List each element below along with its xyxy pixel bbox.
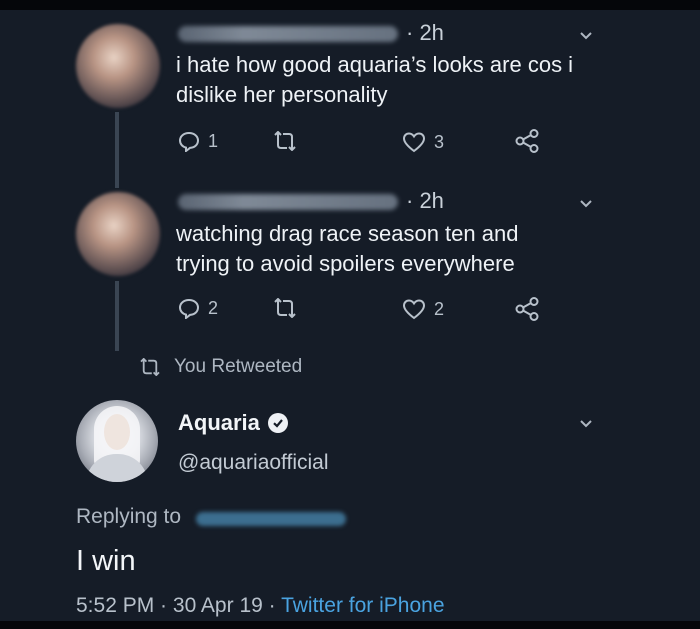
reply-icon: [178, 298, 200, 319]
separator: ·: [262, 594, 282, 617]
reply-count: 1: [208, 130, 219, 151]
retweet-button[interactable]: [272, 131, 306, 151]
share-button[interactable]: [514, 128, 540, 154]
heart-icon: [402, 299, 426, 320]
like-count: 3: [434, 131, 445, 152]
tweet-text-line: i hate how good aquaria’s looks are cos …: [176, 52, 574, 77]
replying-to: Replying to: [76, 505, 181, 529]
chevron-down-icon[interactable]: [580, 30, 592, 42]
reply-button[interactable]: 1: [178, 130, 218, 152]
redacted-username: [178, 194, 398, 210]
tweet-footer: 5:52 PM · 30 Apr 19 · Twitter for iPhone: [76, 594, 445, 618]
reply-button[interactable]: 2: [178, 297, 218, 319]
heart-icon: [402, 132, 426, 153]
display-name[interactable]: Aquaria: [178, 410, 288, 436]
thread-connector: [115, 281, 119, 351]
retweet-icon: [274, 131, 296, 151]
thread-connector: [115, 112, 119, 188]
tweet-text-line: trying to avoid spoilers everywhere: [176, 251, 515, 276]
redacted-username: [178, 26, 398, 42]
share-icon: [515, 297, 539, 321]
share-icon: [515, 129, 539, 153]
avatar[interactable]: [76, 192, 160, 276]
avatar[interactable]: [76, 24, 160, 108]
tweet-date: 30 Apr 19: [172, 594, 263, 617]
retweet-icon: [140, 358, 160, 376]
tweet-text-line: watching drag race season ten and: [176, 221, 519, 246]
tweet-time: 5:52 PM: [76, 594, 155, 617]
tweet-text-line: dislike her personality: [176, 82, 388, 107]
retweet-button[interactable]: [272, 298, 306, 318]
chevron-down-icon[interactable]: [580, 198, 592, 210]
chevron-down-icon[interactable]: [580, 418, 592, 430]
separator: ·: [154, 594, 173, 617]
like-count: 2: [434, 298, 445, 319]
tweet-text: I win: [76, 545, 136, 577]
avatar[interactable]: [76, 400, 158, 482]
tweet-source-link[interactable]: Twitter for iPhone: [281, 594, 444, 617]
reply-count: 2: [208, 297, 219, 318]
replying-to-label: Replying to: [76, 505, 182, 528]
redacted-mention: [196, 512, 346, 526]
tweet-text: i hate how good aquaria’s looks are cos …: [176, 50, 573, 110]
retweet-notice-label: You Retweeted: [174, 356, 303, 377]
tweet-time: · 2h: [406, 188, 444, 213]
timeline-screen: · 2h i hate how good aquaria’s looks are…: [0, 0, 700, 629]
like-button[interactable]: 3: [402, 131, 444, 153]
reply-icon: [178, 131, 200, 152]
like-button[interactable]: 2: [402, 298, 444, 320]
display-name-label: Aquaria: [178, 410, 260, 435]
user-handle[interactable]: @aquariaofficial: [178, 451, 329, 475]
tweet-text: watching drag race season ten and trying…: [176, 219, 518, 279]
verified-check-icon: [267, 413, 288, 433]
tweet-time: · 2h: [406, 20, 444, 45]
retweet-icon: [274, 298, 296, 318]
retweet-notice: You Retweeted: [138, 356, 302, 378]
share-button[interactable]: [514, 296, 540, 322]
